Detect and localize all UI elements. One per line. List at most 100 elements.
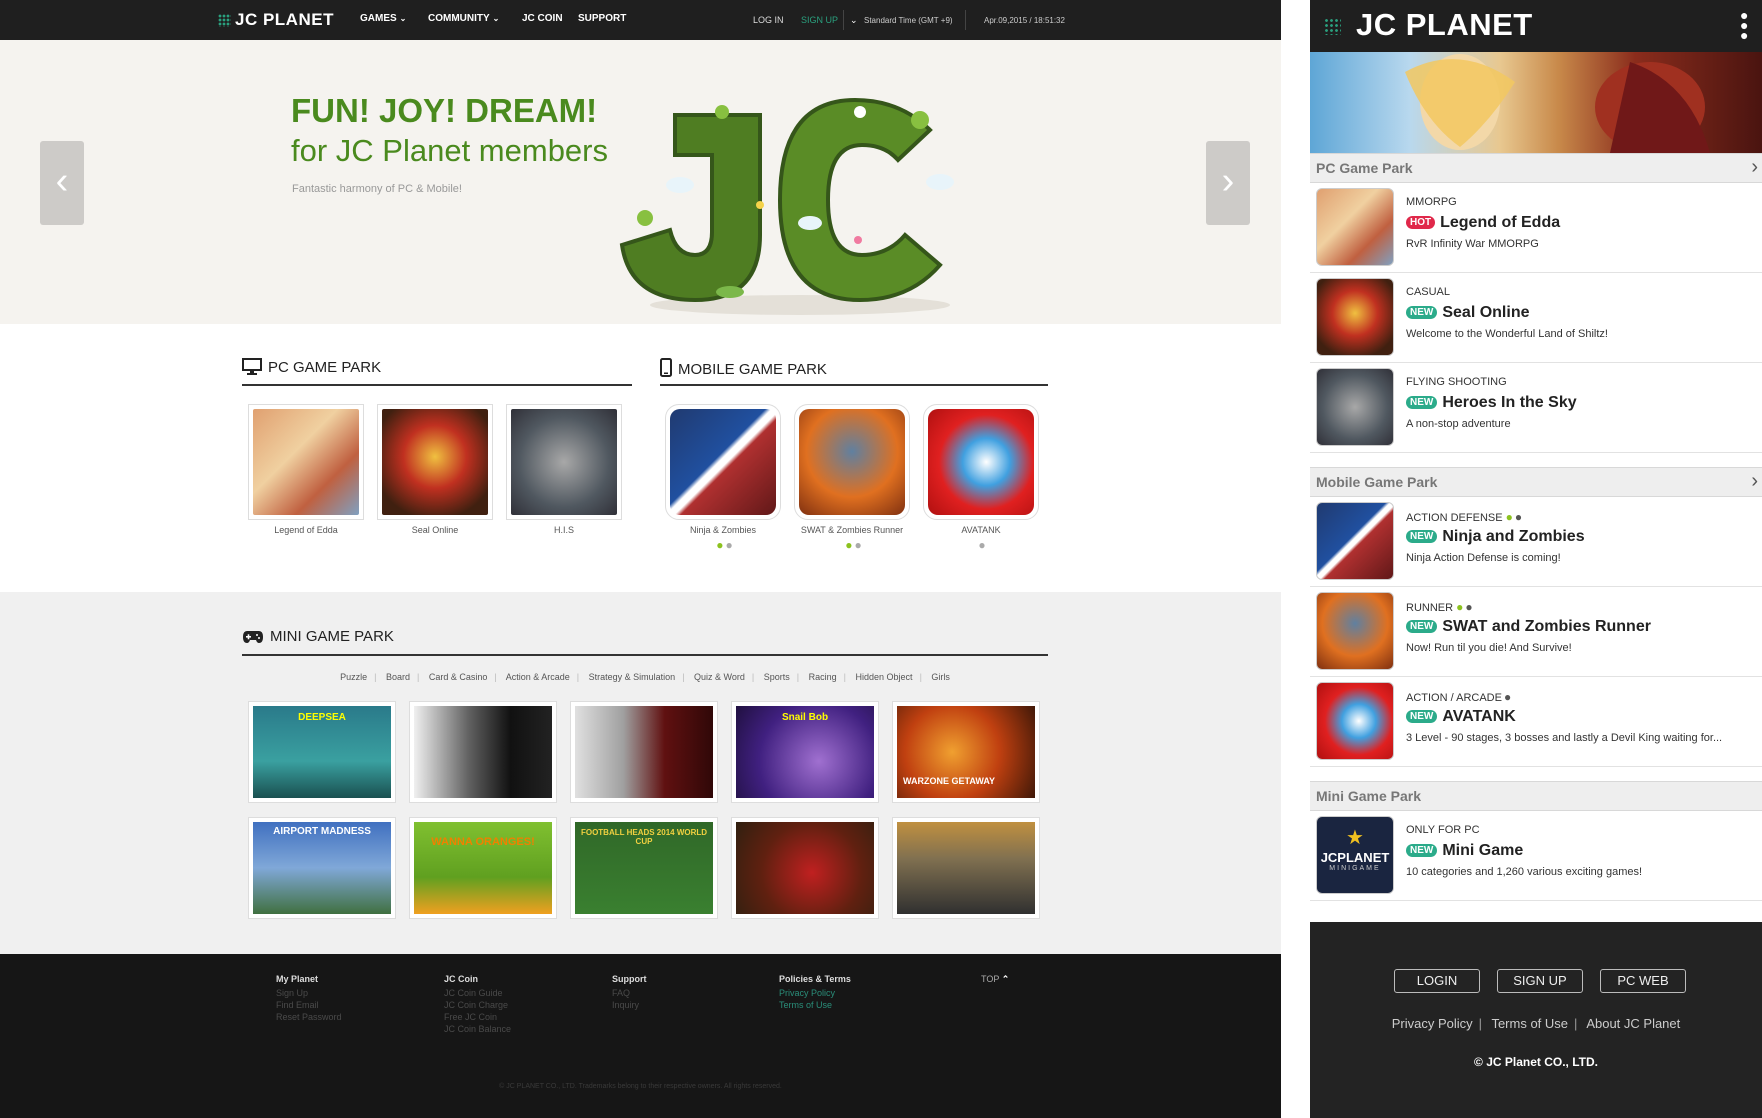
mini-game-tile[interactable] xyxy=(570,701,718,803)
mobile-section-mobile-park[interactable]: Mobile Game Park › xyxy=(1310,467,1762,497)
login-button[interactable]: LOGIN xyxy=(1394,969,1480,993)
top-navbar: JC PLANET GAMES ⌄ COMMUNITY ⌄ JC COIN SUPP… xyxy=(0,0,1281,40)
game-category: MMORPG xyxy=(1406,196,1457,208)
category-link[interactable]: Sports xyxy=(764,672,790,682)
privacy-policy-link[interactable]: Privacy Policy xyxy=(1392,1016,1473,1031)
game-title: NEW SWAT and Zombies Runner xyxy=(1406,618,1651,636)
mini-game-tile[interactable] xyxy=(892,817,1040,919)
game-category: ONLY FOR PC xyxy=(1406,824,1480,836)
pc-game-caption[interactable]: Seal Online xyxy=(377,525,493,535)
mobile-game-item[interactable]: ACTION DEFENSE ● ● NEW Ninja and Zombies Ni… xyxy=(1310,497,1762,587)
mobile-game-thumb-swat-zombies[interactable] xyxy=(794,404,910,520)
footer-link[interactable]: Sign Up xyxy=(276,987,342,999)
category-link[interactable]: Hidden Object xyxy=(856,672,913,682)
pc-park-header: PC GAME PARK xyxy=(242,358,632,386)
nav-support[interactable]: SUPPORT xyxy=(578,13,626,24)
category-link[interactable]: Strategy & Simulation xyxy=(589,672,676,682)
mini-game-tile[interactable]: DEEPSEA xyxy=(248,701,396,803)
new-badge: NEW xyxy=(1406,306,1438,319)
signup-button[interactable]: SIGN UP xyxy=(1497,969,1583,993)
footer-link[interactable]: FAQ xyxy=(612,987,647,999)
footer-link[interactable]: Reset Password xyxy=(276,1011,342,1023)
category-link[interactable]: Quiz & Word xyxy=(694,672,745,682)
footer-col-support: Support FAQ Inquiry xyxy=(612,974,647,1011)
slide-next-button[interactable]: › xyxy=(1206,141,1250,225)
pc-game-caption[interactable]: Legend of Edda xyxy=(248,525,364,535)
mini-game-tile[interactable]: AIRPORT MADNESS xyxy=(248,817,396,919)
icon-subtext: MINIGAME xyxy=(1329,865,1381,872)
footer-col-my-planet: My Planet Sign Up Find Email Reset Passw… xyxy=(276,974,342,1023)
mini-game-tile[interactable]: WARZONE GETAWAY xyxy=(892,701,1040,803)
mobile-game-item[interactable]: ★ JCPLANET MINIGAME ONLY FOR PC NEW Mini … xyxy=(1310,811,1762,901)
mini-game-tile[interactable]: FOOTBALL HEADS 2014 WORLD CUP xyxy=(570,817,718,919)
category-link[interactable]: Board xyxy=(386,672,410,682)
nav-games[interactable]: GAMES ⌄ xyxy=(360,13,406,24)
divider xyxy=(965,10,966,30)
platform-icons: ● ● xyxy=(794,538,910,552)
footer-link[interactable]: Privacy Policy xyxy=(779,987,851,999)
footer-link[interactable]: JC Coin Charge xyxy=(444,999,511,1011)
slide-prev-button[interactable]: ‹ xyxy=(40,141,84,225)
game-description: 3 Level - 90 stages, 3 bosses and lastly… xyxy=(1406,732,1723,744)
login-link[interactable]: LOG IN xyxy=(753,15,784,25)
mobile-promo-banner[interactable] xyxy=(1310,52,1762,153)
terms-link[interactable]: Terms of Use xyxy=(1491,1016,1568,1031)
hero-banner: ‹ › FUN! JOY! DREAM! for JC Planet membe… xyxy=(0,40,1281,324)
android-icon: ● xyxy=(1456,600,1464,614)
pc-game-thumb-legend-of-edda[interactable] xyxy=(248,404,364,520)
mobile-footer-links: Privacy Policy | Terms of Use | About JC P… xyxy=(1391,1016,1681,1031)
mobile-game-caption[interactable]: Ninja & Zombies xyxy=(665,525,781,535)
nav-community[interactable]: COMMUNITY ⌄ xyxy=(428,13,499,24)
footer-heading: JC Coin xyxy=(444,974,479,984)
site-logo[interactable]: JC PLANET xyxy=(235,10,334,30)
mobile-game-item[interactable]: FLYING SHOOTING NEW Heroes In the Sky A n… xyxy=(1310,363,1762,453)
mobile-section-mini-park[interactable]: Mini Game Park xyxy=(1310,781,1762,811)
mobile-section-pc-park[interactable]: PC Game Park › xyxy=(1310,153,1762,183)
mobile-game-item[interactable]: MMORPG HOT Legend of Edda RvR Infinity Wa… xyxy=(1310,183,1762,273)
apple-icon: ● xyxy=(854,538,862,552)
footer-link[interactable]: Terms of Use xyxy=(779,999,851,1011)
more-menu-icon[interactable]: ● ● ● xyxy=(1740,8,1748,42)
mini-game-tile[interactable] xyxy=(409,701,557,803)
pc-game-caption[interactable]: H.I.S xyxy=(506,525,622,535)
jc-grass-illustration xyxy=(619,97,954,315)
mobile-game-caption[interactable]: AVATANK xyxy=(923,525,1039,535)
apple-icon: ● xyxy=(725,538,733,552)
footer-link[interactable]: Find Email xyxy=(276,999,342,1011)
footer-link[interactable]: JC Coin Guide xyxy=(444,987,511,999)
category-link[interactable]: Puzzle xyxy=(340,672,367,682)
category-link[interactable]: Card & Casino xyxy=(429,672,488,682)
category-link[interactable]: Racing xyxy=(809,672,837,682)
category-link[interactable]: Girls xyxy=(931,672,950,682)
game-title: NEW AVATANK xyxy=(1406,708,1516,726)
footer-col-policies: Policies & Terms Privacy Policy Terms of… xyxy=(779,974,851,1011)
star-icon: ★ xyxy=(1346,827,1364,849)
chevron-right-icon: › xyxy=(1221,160,1235,202)
mobile-game-caption[interactable]: SWAT & Zombies Runner xyxy=(794,525,910,535)
mobile-game-item[interactable]: RUNNER ● ● NEW SWAT and Zombies Runner Now!… xyxy=(1310,587,1762,677)
new-badge: NEW xyxy=(1406,396,1438,409)
mini-game-tile[interactable] xyxy=(731,817,879,919)
pc-game-thumb-seal-online[interactable] xyxy=(377,404,493,520)
mobile-game-item[interactable]: CASUAL NEW Seal Online Welcome to the Won… xyxy=(1310,273,1762,363)
mobile-logo[interactable]: JC PLANET xyxy=(1356,7,1533,43)
mobile-game-item[interactable]: ACTION / ARCADE ● NEW AVATANK 3 Level - 90… xyxy=(1310,677,1762,767)
footer-link[interactable]: Inquiry xyxy=(612,999,647,1011)
nav-jc-coin[interactable]: JC COIN xyxy=(522,13,563,24)
mobile-game-thumb-ninja-zombies[interactable] xyxy=(665,404,781,520)
about-link[interactable]: About JC Planet xyxy=(1586,1016,1680,1031)
signup-link[interactable]: SIGN UP xyxy=(801,15,838,25)
mini-game-tile[interactable]: WANNA ORANGES! xyxy=(409,817,557,919)
footer-link[interactable]: JC Coin Balance xyxy=(444,1023,511,1035)
timezone-select[interactable]: Standard Time (GMT +9) xyxy=(864,16,953,25)
mobile-game-thumb-avatank[interactable] xyxy=(923,404,1039,520)
back-to-top-button[interactable]: TOP ⌃ xyxy=(981,974,1009,985)
footer-link[interactable]: Free JC Coin xyxy=(444,1011,511,1023)
pc-game-thumb-his[interactable] xyxy=(506,404,622,520)
pc-web-button[interactable]: PC WEB xyxy=(1600,969,1686,993)
mini-game-tile[interactable]: Snail Bob xyxy=(731,701,879,803)
chevron-down-icon[interactable]: ⌄ xyxy=(850,15,858,26)
footer-heading: My Planet xyxy=(276,974,319,984)
chevron-right-icon: › xyxy=(1751,470,1758,492)
category-link[interactable]: Action & Arcade xyxy=(506,672,570,682)
